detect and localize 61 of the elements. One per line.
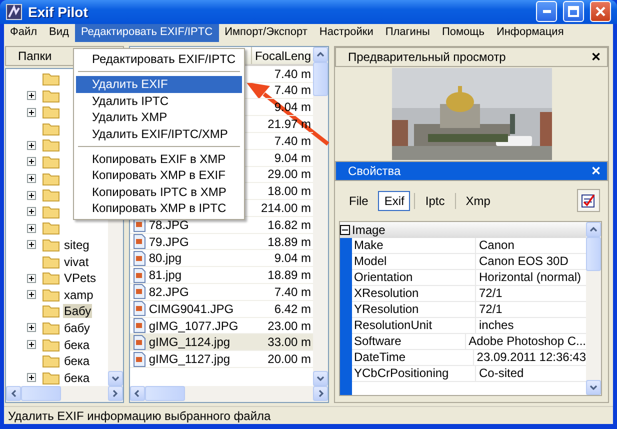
menu-item[interactable]: Вид xyxy=(43,24,75,42)
menu-item[interactable]: Удалить EXIF xyxy=(76,76,242,93)
tab[interactable]: Exif xyxy=(378,190,410,211)
property-value: 72/1 xyxy=(478,302,504,317)
folder-label[interactable]: Бабу xyxy=(63,304,92,318)
folder-label[interactable]: бека xyxy=(63,370,91,385)
menu-item[interactable]: Удалить EXIF/IPTC/XMP xyxy=(76,126,242,142)
menu-item[interactable]: Плагины xyxy=(379,24,436,42)
property-name: Software xyxy=(352,334,466,349)
tab[interactable]: File xyxy=(343,190,374,211)
tab[interactable]: Iptc xyxy=(419,190,451,211)
menu-item[interactable]: Удалить XMP xyxy=(76,109,242,126)
group-label: Image xyxy=(352,222,386,237)
menu-item[interactable]: Информация xyxy=(490,24,570,42)
folder-label[interactable]: бека xyxy=(63,354,91,368)
menu-item[interactable]: Копировать EXIF в XMP xyxy=(76,150,242,168)
property-value: Canon xyxy=(478,238,516,253)
close-button[interactable]: ✕ xyxy=(591,50,601,64)
close-button[interactable]: ✕ xyxy=(591,164,601,178)
file-row[interactable]: 81.jpg 18.89 m xyxy=(130,267,313,284)
property-value: Adobe Photoshop C... xyxy=(468,334,586,349)
menu-item[interactable]: Редактировать EXIF/IPTC xyxy=(74,24,219,42)
menu-item[interactable]: Настройки xyxy=(313,24,380,42)
file-row[interactable]: 82.JPG 7.40 m xyxy=(130,284,313,301)
property-value: Co-sited xyxy=(478,366,525,381)
menu-item[interactable]: Помощь xyxy=(436,24,490,42)
file-row[interactable]: CIMG9041.JPG 6.42 m xyxy=(130,300,313,318)
folder-label[interactable]: vivat xyxy=(63,254,90,269)
menu-item[interactable]: Удалить IPTC xyxy=(76,92,242,110)
file-row[interactable]: 80.jpg 9.04 m xyxy=(130,250,313,268)
property-name: ResolutionUnit xyxy=(352,318,476,333)
tab[interactable]: Xmp xyxy=(460,190,496,211)
property-name: Make xyxy=(352,238,476,253)
menu-item[interactable]: Копировать XMP в EXIF xyxy=(76,167,242,184)
folder-label[interactable]: xamp xyxy=(63,288,94,302)
folder-label[interactable]: бабу xyxy=(63,320,91,335)
property-value: 72/1 xyxy=(478,286,504,301)
folder-label[interactable]: бека xyxy=(63,338,91,352)
property-name: Orientation xyxy=(352,270,476,285)
property-value: 23.09.2011 12:36:43 xyxy=(476,350,586,365)
property-name: Model xyxy=(352,254,476,269)
folder-label[interactable]: VPets xyxy=(63,271,98,286)
property-name: YCbCrPositioning xyxy=(352,366,476,381)
property-value: inches xyxy=(478,318,515,333)
menu-item[interactable]: Импорт/Экспорт xyxy=(218,24,314,42)
property-name: XResolution xyxy=(352,286,476,301)
pane-header: Свойства ✕ xyxy=(335,160,608,181)
folder-label[interactable]: siteg xyxy=(63,238,90,252)
window-title: Exif Pilot xyxy=(28,4,89,20)
property-value: Canon EOS 30D xyxy=(478,254,570,269)
property-value: Horizontal (normal) xyxy=(478,270,582,285)
menu-item[interactable]: Копировать XMP в IPTC xyxy=(76,200,242,217)
property-name: DateTime xyxy=(352,350,474,365)
menu-item[interactable]: Файл xyxy=(4,24,44,42)
file-row[interactable]: gIMG_1127.jpg 20.00 m xyxy=(130,351,313,368)
property-name: YResolution xyxy=(352,302,476,317)
menu-item[interactable]: Копировать IPTC в XMP xyxy=(76,184,242,200)
file-row[interactable]: gIMG_1124.jpg 33.00 m xyxy=(130,334,313,352)
file-row[interactable]: 79.JPG 18.89 m xyxy=(130,234,313,250)
status-text: Удалить EXIF информацию выбранного файла xyxy=(8,409,271,423)
pane-header: Предварительный просмотр ✕ xyxy=(335,46,608,67)
